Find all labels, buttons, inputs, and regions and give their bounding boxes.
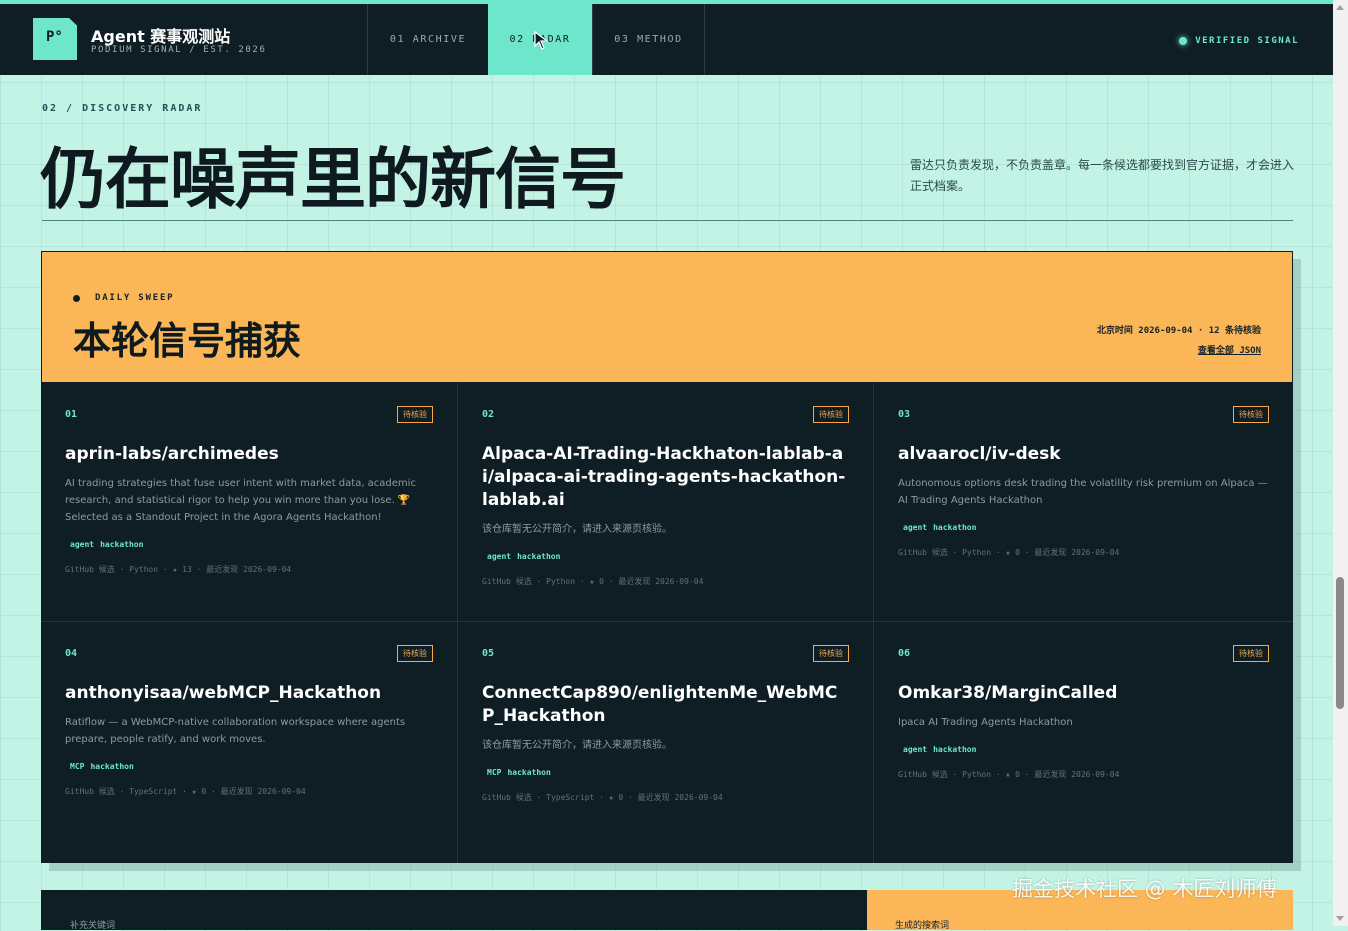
candidate-card[interactable]: 01 待核验 aprin-labs/archimedes AI trading … <box>41 383 458 622</box>
status-badge: 待核验 <box>1233 645 1269 662</box>
logo-mark: P° <box>46 29 63 45</box>
tag-list: MCP hackathon <box>482 768 849 777</box>
vertical-scrollbar[interactable] <box>1333 0 1348 926</box>
status-badge: 待核验 <box>1233 406 1269 423</box>
brand-logo[interactable]: P° <box>33 18 77 60</box>
status-badge: 待核验 <box>397 406 433 423</box>
repo-meta: GitHub 候选 · Python · ★ 13 · 最近发现 2026-09… <box>65 565 292 574</box>
card-number: 06 <box>898 648 911 659</box>
tag-list: MCP hackathon <box>65 762 433 771</box>
tab-method[interactable]: 03 METHOD <box>592 4 705 75</box>
breadcrumb: 02 / DISCOVERY RADAR <box>42 103 203 114</box>
status-badge: 待核验 <box>813 645 849 662</box>
mouse-cursor-icon <box>534 31 549 50</box>
tag: hackathon <box>517 552 561 561</box>
tag: MCP <box>70 762 85 771</box>
keyword-panel: 补充关键词 <box>41 890 867 931</box>
keyword-label: 补充关键词 <box>70 921 116 931</box>
tag: hackathon <box>90 762 134 771</box>
candidate-grid: 01 待核验 aprin-labs/archimedes AI trading … <box>41 383 1293 863</box>
repo-meta: GitHub 候选 · Python · ★ 0 · 最近发现 2026-09-… <box>898 548 1120 557</box>
tag-list: agent hackathon <box>482 552 849 561</box>
card-number: 05 <box>482 648 495 659</box>
tag: agent <box>903 745 928 754</box>
repo-title[interactable]: alvaarocl/iv-desk <box>898 443 1269 466</box>
brand-title[interactable]: Agent 赛事观测站 <box>91 23 230 47</box>
repo-meta: GitHub 候选 · TypeScript · ★ 0 · 最近发现 2026… <box>65 787 306 796</box>
repo-title[interactable]: aprin-labs/archimedes <box>65 443 433 466</box>
candidate-card[interactable]: 02 待核验 Alpaca-AI-Trading-Hackhaton-labla… <box>458 383 874 622</box>
status-dot-icon <box>1179 37 1188 45</box>
tag: hackathon <box>933 745 977 754</box>
panel-header: DAILY SWEEP 本轮信号捕获 北京时间 2026-09-04 · 12 … <box>41 251 1293 383</box>
repo-title[interactable]: anthonyisaa/webMCP_Hackathon <box>65 682 433 705</box>
bullet-icon <box>73 294 80 302</box>
daily-sweep-label: DAILY SWEEP <box>73 293 174 303</box>
card-number: 03 <box>898 409 911 420</box>
status-badge: 待核验 <box>813 406 849 423</box>
repo-description: 该仓库暂无公开简介，请进入来源页核验。 <box>482 524 672 535</box>
watermark: 掘金技术社区 @ 木匠刘师傅 <box>1012 877 1278 901</box>
repo-meta: GitHub 候选 · Python · ★ 0 · 最近发现 2026-09-… <box>482 577 704 586</box>
tag: hackathon <box>933 523 977 532</box>
repo-title[interactable]: ConnectCap890/enlightenMe_WebMCP_Hackath… <box>482 682 849 728</box>
candidate-card[interactable]: 06 待核验 Omkar38/MarginCalled Ipaca AI Tra… <box>874 622 1293 863</box>
divider <box>42 220 1293 221</box>
repo-meta: GitHub 候选 · TypeScript · ★ 0 · 最近发现 2026… <box>482 793 723 802</box>
daily-sweep-text: DAILY SWEEP <box>95 293 175 303</box>
candidate-card[interactable]: 04 待核验 anthonyisaa/webMCP_Hackathon Rati… <box>41 622 458 863</box>
repo-description: Ratiflow — a WebMCP-native collaboration… <box>65 717 406 745</box>
tag: hackathon <box>100 540 144 549</box>
status-badge: 待核验 <box>397 645 433 662</box>
scroll-thumb[interactable] <box>1336 577 1344 709</box>
repo-description: 该仓库暂无公开简介，请进入来源页核验。 <box>482 740 672 751</box>
verified-signal-status: VERIFIED SIGNAL <box>1179 36 1299 46</box>
card-number: 01 <box>65 409 78 420</box>
tag: agent <box>70 540 95 549</box>
candidate-card[interactable]: 03 待核验 alvaarocl/iv-desk Autonomous opti… <box>874 383 1293 622</box>
scroll-up-icon[interactable] <box>1336 5 1344 10</box>
sweep-meta: 北京时间 2026-09-04 · 12 条待核验 <box>1096 326 1261 336</box>
repo-meta: GitHub 候选 · Python · ★ 0 · 最近发现 2026-09-… <box>898 770 1120 779</box>
view-all-json-link[interactable]: 查看全部 JSON <box>1198 343 1261 356</box>
card-number: 02 <box>482 409 495 420</box>
tab-archive[interactable]: 01 ARCHIVE <box>367 4 488 75</box>
repo-description: AI trading strategies that fuse user int… <box>65 478 416 523</box>
tag: hackathon <box>507 768 551 777</box>
page-description: 雷达只负责发现，不负责盖章。每一条候选都要找到官方证据，才会进入正式档案。 <box>910 158 1295 193</box>
repo-description: Ipaca AI Trading Agents Hackathon <box>898 717 1073 728</box>
panel-title: 本轮信号捕获 <box>73 319 302 363</box>
tag-list: agent hackathon <box>898 523 1269 532</box>
search-terms-label: 生成的搜索词 <box>895 921 950 931</box>
repo-description: Autonomous options desk trading the vola… <box>898 478 1268 506</box>
tag-list: agent hackathon <box>65 540 433 549</box>
verified-signal-label: VERIFIED SIGNAL <box>1195 36 1299 46</box>
tag: MCP <box>487 768 502 777</box>
tag: agent <box>487 552 512 561</box>
tag: agent <box>903 523 928 532</box>
repo-title[interactable]: Alpaca-AI-Trading-Hackhaton-lablab-ai/al… <box>482 443 849 512</box>
tag-list: agent hackathon <box>898 745 1269 754</box>
repo-title[interactable]: Omkar38/MarginCalled <box>898 682 1269 705</box>
page-title: 仍在噪声里的新信号 <box>40 141 626 218</box>
candidate-card[interactable]: 05 待核验 ConnectCap890/enlightenMe_WebMCP_… <box>458 622 874 863</box>
signal-panel: DAILY SWEEP 本轮信号捕获 北京时间 2026-09-04 · 12 … <box>41 251 1293 863</box>
top-nav: P° Agent 赛事观测站 PODIUM SIGNAL / EST. 2026… <box>0 0 1333 75</box>
card-number: 04 <box>65 648 78 659</box>
scroll-down-icon[interactable] <box>1336 916 1344 921</box>
brand-subtitle: PODIUM SIGNAL / EST. 2026 <box>91 45 267 55</box>
